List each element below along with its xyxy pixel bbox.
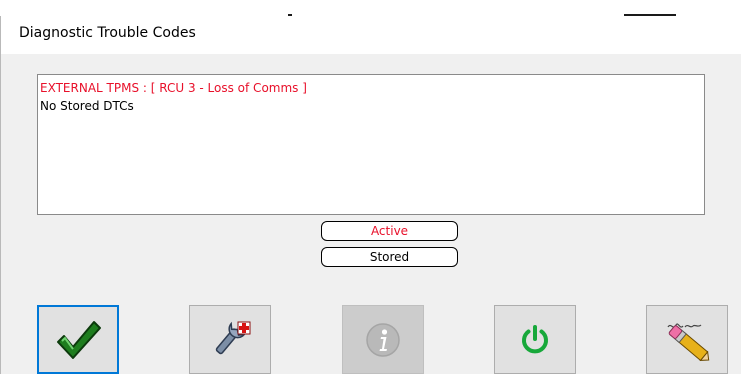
dtc-active-entry[interactable]: EXTERNAL TPMS : [ RCU 3 - Loss of Comms … <box>40 79 704 97</box>
confirm-button[interactable] <box>37 305 119 374</box>
info-icon <box>363 320 403 360</box>
eraser-icon <box>662 317 712 363</box>
clear-codes-button[interactable] <box>646 305 728 374</box>
dtc-list-box[interactable]: EXTERNAL TPMS : [ RCU 3 - Loss of Comms … <box>37 74 705 215</box>
checkmark-icon <box>54 318 102 362</box>
info-button[interactable] <box>342 305 424 374</box>
stored-filter-button[interactable]: Stored <box>321 247 458 267</box>
dtc-stored-entry[interactable]: No Stored DTCs <box>40 97 704 115</box>
active-filter-button[interactable]: Active <box>321 221 458 241</box>
dialog-title: Diagnostic Trouble Codes <box>19 25 196 41</box>
power-icon <box>518 323 552 357</box>
dtc-window: Diagnostic Trouble Codes EXTERNAL TPMS :… <box>0 0 741 374</box>
dialog-body: EXTERNAL TPMS : [ RCU 3 - Loss of Comms … <box>0 54 741 374</box>
title-bar: Diagnostic Trouble Codes <box>0 16 741 54</box>
add-repair-button[interactable] <box>189 305 271 374</box>
window-top-edge <box>0 0 741 16</box>
power-button[interactable] <box>494 305 576 374</box>
wrench-add-icon <box>207 319 253 361</box>
